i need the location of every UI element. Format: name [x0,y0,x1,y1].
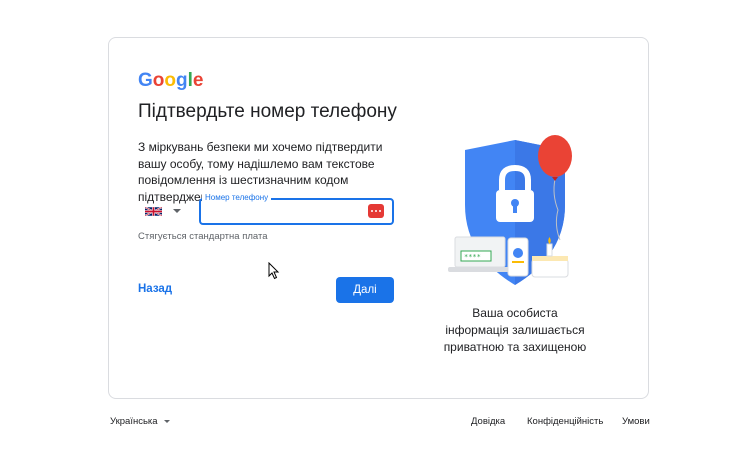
language-label: Українська [110,416,158,427]
svg-text:****: **** [464,253,481,261]
privacy-caption: Ваша особиста інформація залишається при… [443,306,587,354]
security-illustration: **** [448,135,572,285]
privacy-link[interactable]: Конфіденційність [527,416,603,427]
phone-field-label: Номер телефону [202,193,272,202]
chevron-down-icon [173,209,181,213]
password-manager-icon[interactable] [368,204,384,218]
uk-flag-icon [145,205,162,217]
chevron-down-icon [163,420,170,423]
language-selector[interactable]: Українська [110,416,170,427]
terms-link[interactable]: Умови [622,416,650,427]
phone-field[interactable] [199,198,394,225]
country-selector[interactable] [145,200,195,222]
phone-input[interactable] [205,202,359,223]
help-link[interactable]: Довідка [471,416,505,427]
page-title: Підтвердьте номер телефону [138,101,397,122]
fee-note: Стягується стандартна плата [138,231,268,242]
mouse-cursor-icon [268,262,280,280]
google-logo: Google [138,70,204,91]
back-button[interactable]: Назад [138,283,172,295]
next-button[interactable]: Далі [336,277,394,303]
balloon-icon [538,135,572,177]
